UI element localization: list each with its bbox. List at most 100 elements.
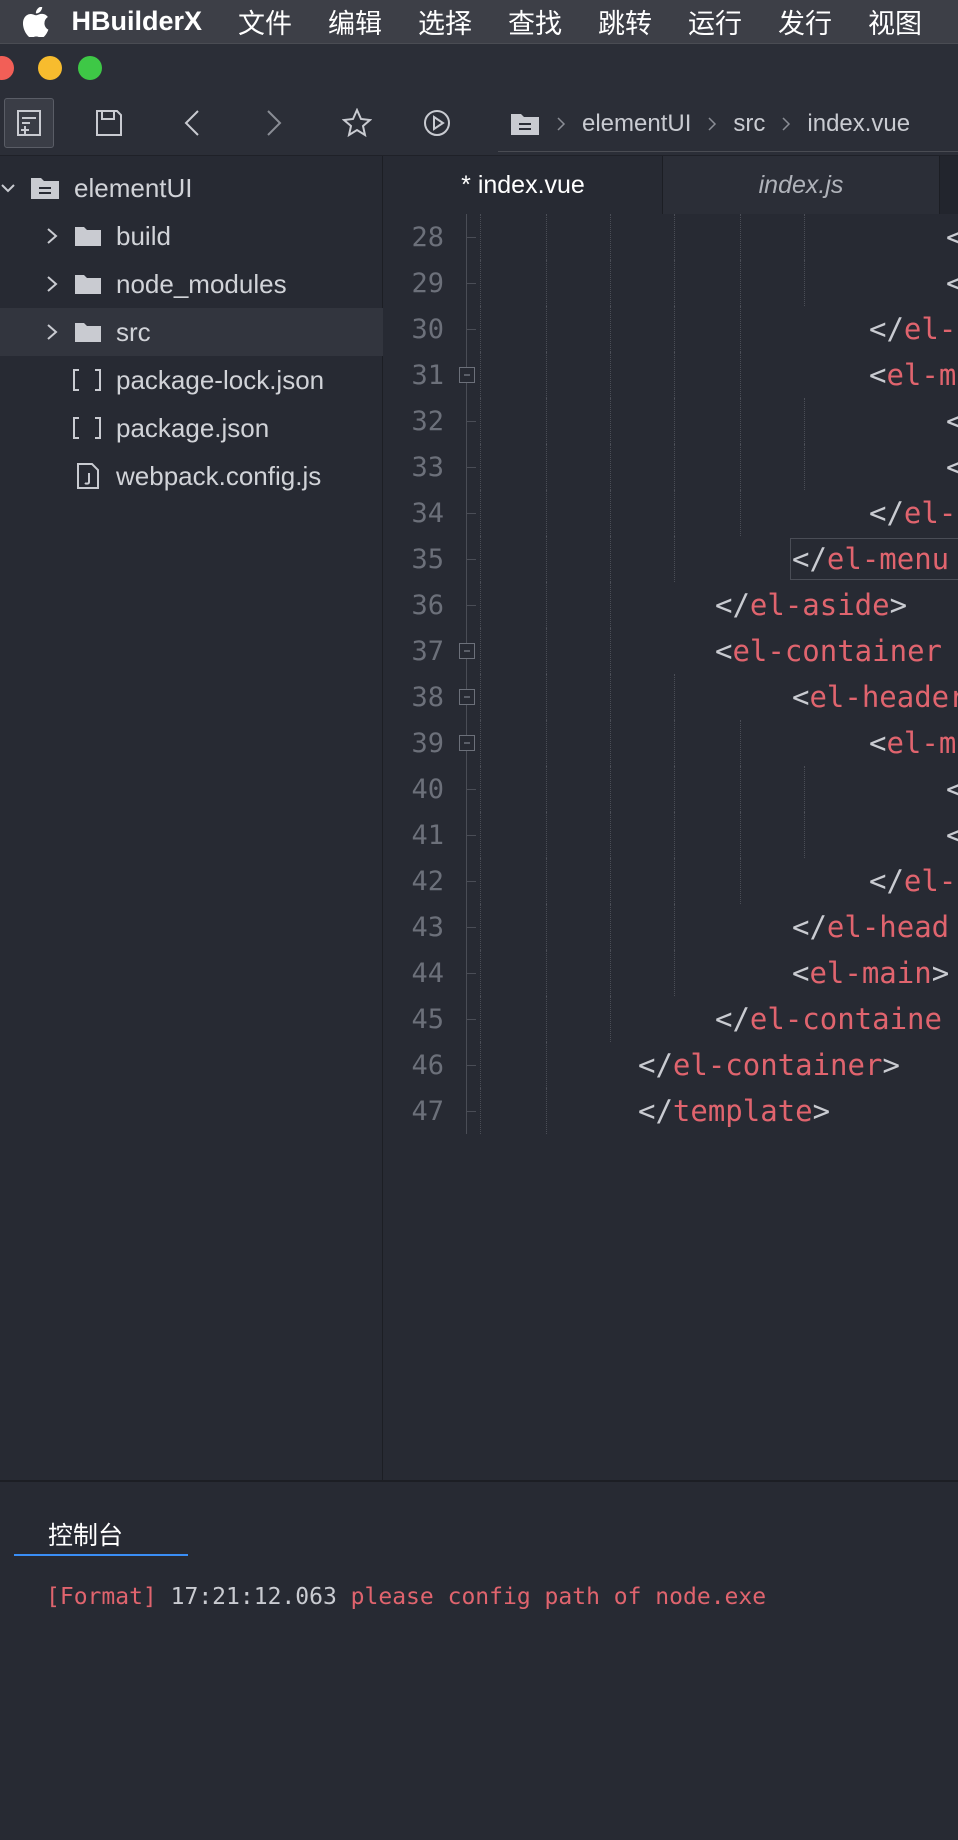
code-line[interactable]: 38 <el-header bbox=[384, 674, 958, 720]
line-number: 47 bbox=[411, 1096, 444, 1127]
indent-guide bbox=[480, 582, 481, 628]
tree-item-package-lock[interactable]: package-lock.json bbox=[0, 356, 383, 404]
tag-name: template bbox=[672, 1094, 813, 1128]
app-name[interactable]: HBuilderX bbox=[71, 6, 202, 37]
breadcrumb-item[interactable]: src bbox=[733, 110, 765, 138]
indent-guide bbox=[610, 996, 611, 1042]
tag-bracket: < bbox=[792, 680, 810, 714]
code-editor[interactable]: 28 <29 <30 </el- 31 <el-m 32 <33 <34 </el- 35 </el-… bbox=[384, 214, 958, 1480]
code-line[interactable]: 40 < bbox=[384, 766, 958, 812]
indent-guide bbox=[674, 766, 675, 812]
indent-guide bbox=[480, 352, 481, 398]
code-line[interactable]: 42 </el- bbox=[384, 858, 958, 904]
code-line[interactable]: 32 < bbox=[384, 398, 958, 444]
indent-guide bbox=[740, 352, 741, 398]
tree-item-src[interactable]: src bbox=[0, 308, 383, 356]
menu-publish[interactable]: 发行 bbox=[778, 2, 832, 41]
menu-goto[interactable]: 跳转 bbox=[598, 2, 652, 41]
line-number: 37 bbox=[411, 636, 444, 667]
code-line[interactable]: 46 </el-container> bbox=[384, 1042, 958, 1088]
line-number: 43 bbox=[411, 912, 444, 943]
code-text: < bbox=[946, 772, 958, 806]
code-line[interactable]: 37 <el-container bbox=[384, 628, 958, 674]
menu-edit[interactable]: 编辑 bbox=[328, 2, 382, 41]
indent-guide bbox=[610, 628, 611, 674]
fold-minus-icon[interactable] bbox=[459, 735, 475, 751]
indent-guide bbox=[610, 904, 611, 950]
folder-icon bbox=[75, 275, 101, 294]
tag-name: el-container bbox=[672, 1048, 883, 1082]
code-line[interactable]: 30 </el- bbox=[384, 306, 958, 352]
tree-item-webpack-config[interactable]: webpack.config.js bbox=[0, 452, 383, 500]
breadcrumb-item[interactable]: elementUI bbox=[582, 110, 691, 138]
menu-run[interactable]: 运行 bbox=[688, 2, 742, 41]
minimize-window-button[interactable] bbox=[38, 56, 62, 80]
code-line[interactable]: 44 <el-main> bbox=[384, 950, 958, 996]
indent-guide bbox=[546, 904, 547, 950]
tree-item-label: src bbox=[116, 316, 151, 347]
menu-find[interactable]: 查找 bbox=[508, 2, 562, 41]
save-button[interactable] bbox=[84, 98, 134, 148]
menu-view[interactable]: 视图 bbox=[868, 2, 922, 41]
tree-item-package-json[interactable]: package.json bbox=[0, 404, 383, 452]
tag-name: el-container bbox=[732, 634, 942, 668]
code-line[interactable]: 43 </el-head bbox=[384, 904, 958, 950]
code-text: < bbox=[946, 450, 958, 484]
menu-file[interactable]: 文件 bbox=[238, 2, 292, 41]
tab-index-vue[interactable]: * index.vue bbox=[384, 156, 662, 214]
code-text: </el-containe bbox=[715, 1002, 942, 1036]
tree-item-project[interactable]: elementUI bbox=[0, 164, 383, 212]
code-line[interactable]: 41 < bbox=[384, 812, 958, 858]
new-file-button[interactable] bbox=[4, 98, 54, 148]
line-number: 31 bbox=[411, 360, 444, 391]
fold-minus-icon[interactable] bbox=[459, 367, 475, 383]
code-line[interactable]: 39 <el-m bbox=[384, 720, 958, 766]
code-line[interactable]: 28 < bbox=[384, 214, 958, 260]
tag-bracket: > bbox=[931, 956, 950, 990]
menu-select[interactable]: 选择 bbox=[418, 2, 472, 41]
save-icon bbox=[96, 110, 122, 136]
apple-menu-icon[interactable] bbox=[0, 0, 71, 43]
code-line[interactable]: 29 < bbox=[384, 260, 958, 306]
indent-guide bbox=[480, 812, 481, 858]
tab-console[interactable]: 控制台 bbox=[14, 1512, 188, 1556]
indent-guide bbox=[610, 674, 611, 720]
code-line[interactable]: 31 <el-m bbox=[384, 352, 958, 398]
indent-guide bbox=[610, 306, 611, 352]
chevron-right-icon bbox=[47, 276, 58, 292]
project-explorer: elementUI build node_modules src package… bbox=[0, 156, 383, 1480]
indent-guide bbox=[480, 536, 481, 582]
indent-guide bbox=[804, 812, 805, 858]
forward-button[interactable] bbox=[248, 98, 298, 148]
chevron-down-icon bbox=[1, 184, 15, 193]
tree-item-build[interactable]: build bbox=[0, 212, 383, 260]
code-line[interactable]: 34 </el- bbox=[384, 490, 958, 536]
tab-index-js[interactable]: index.js bbox=[662, 156, 940, 214]
breadcrumb-item[interactable]: index.vue bbox=[807, 110, 910, 138]
code-line[interactable]: 47 </template> bbox=[384, 1088, 958, 1134]
fold-minus-icon[interactable] bbox=[459, 689, 475, 705]
back-button[interactable] bbox=[168, 98, 218, 148]
tag-bracket: </ bbox=[869, 864, 904, 898]
run-button[interactable] bbox=[412, 98, 462, 148]
zoom-window-button[interactable] bbox=[78, 56, 102, 80]
fold-minus-icon[interactable] bbox=[459, 643, 475, 659]
line-number: 38 bbox=[411, 682, 444, 713]
indent-guide bbox=[480, 628, 481, 674]
tag-bracket: </ bbox=[792, 910, 827, 944]
chevron-right-icon bbox=[47, 324, 58, 340]
indent-guide bbox=[480, 950, 481, 996]
indent-guide bbox=[546, 950, 547, 996]
code-text: <el-m bbox=[869, 726, 956, 760]
code-line[interactable]: 33 < bbox=[384, 444, 958, 490]
code-line[interactable]: 36 </el-aside> bbox=[384, 582, 958, 628]
bookmark-button[interactable] bbox=[332, 98, 382, 148]
code-line[interactable]: 45 </el-containe bbox=[384, 996, 958, 1042]
indent-guide bbox=[674, 950, 675, 996]
tree-item-node-modules[interactable]: node_modules bbox=[0, 260, 383, 308]
indent-guide bbox=[610, 398, 611, 444]
line-number: 32 bbox=[411, 406, 444, 437]
tag-name: el-header bbox=[809, 680, 958, 714]
indent-guide bbox=[546, 536, 547, 582]
line-number: 46 bbox=[411, 1050, 444, 1081]
